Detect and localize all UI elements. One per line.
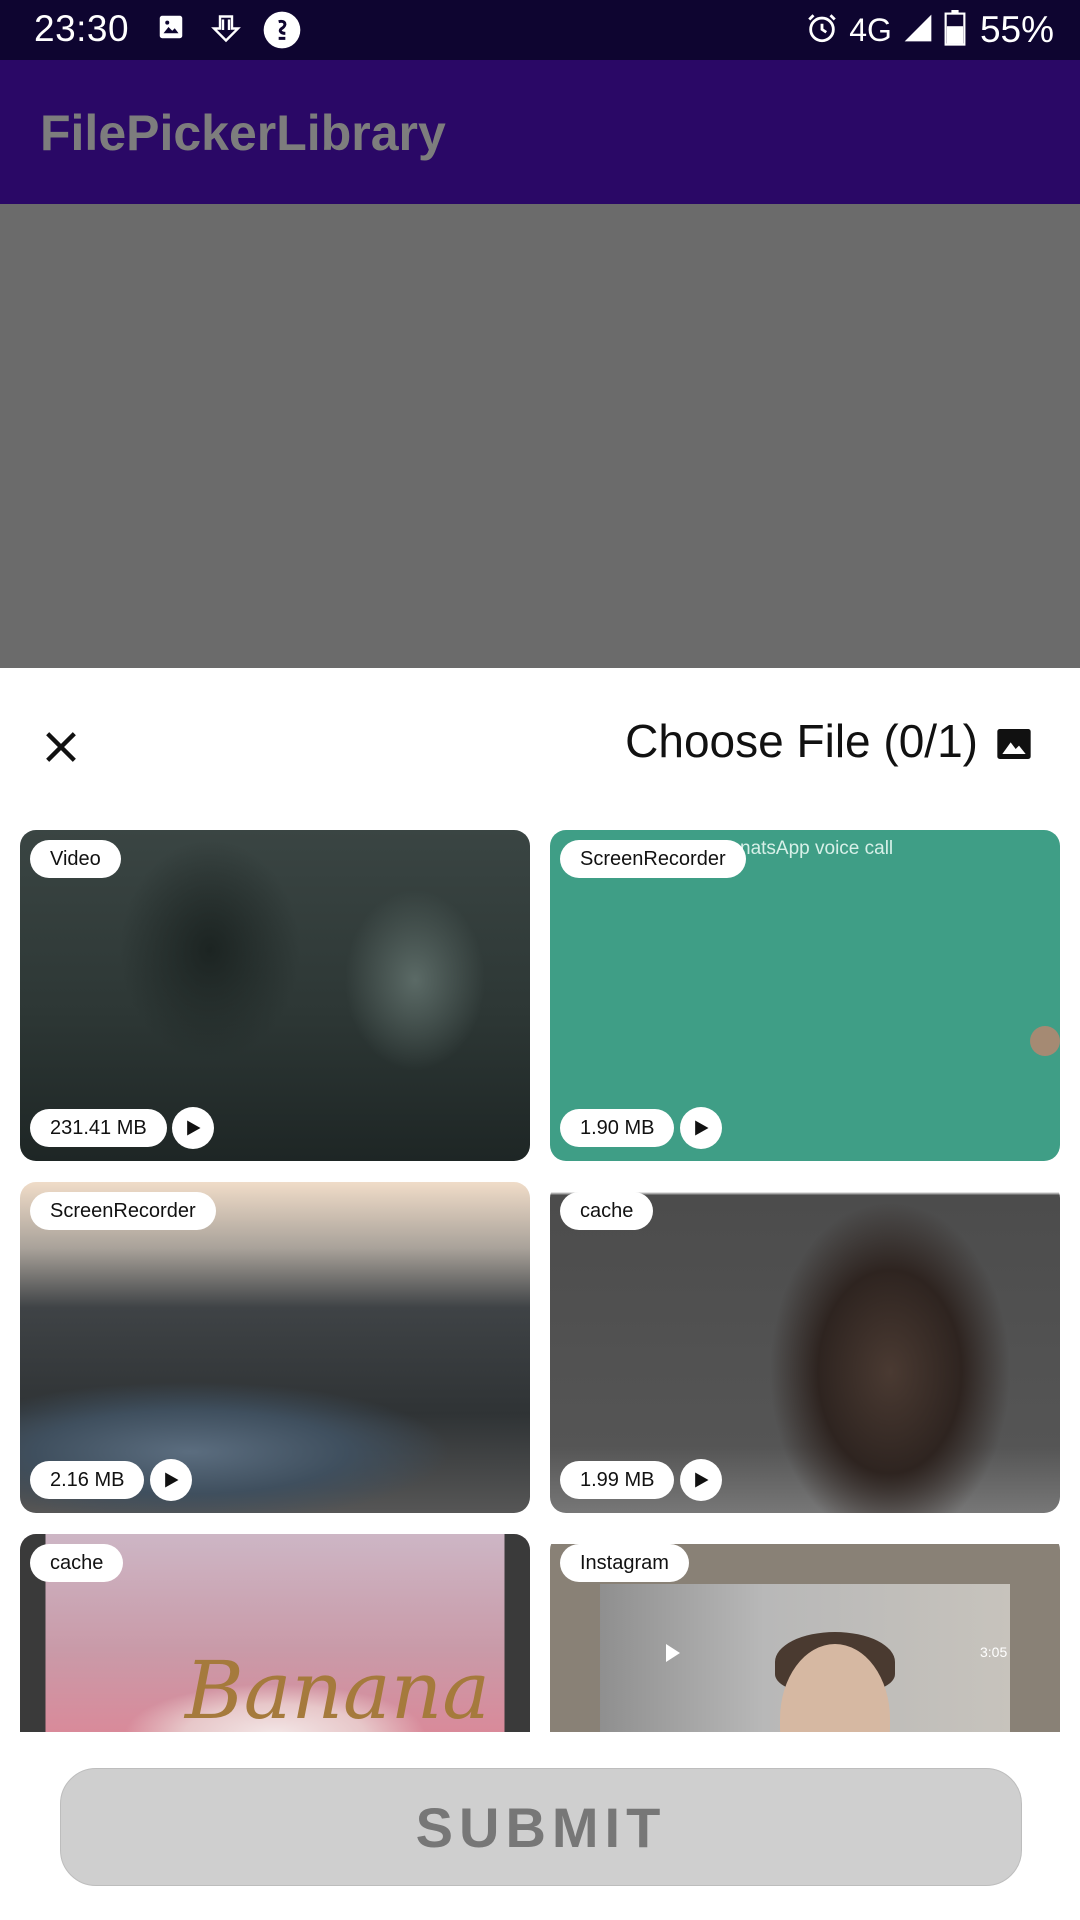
file-size: 2.16 MB — [30, 1461, 145, 1499]
close-button[interactable] — [36, 722, 86, 772]
thumbnail-play-icon — [666, 1644, 680, 1662]
folder-tag: ScreenRecorder — [560, 840, 746, 878]
battery-icon — [944, 9, 966, 51]
thumbnail-avatar — [1030, 1026, 1060, 1056]
status-bar: 23:30 4G 55% — [0, 0, 1080, 60]
play-icon — [187, 1120, 201, 1136]
alarm-icon — [805, 11, 839, 50]
app-icon — [262, 10, 302, 55]
sheet-header: Choose File (0/1) — [0, 668, 1080, 808]
play-icon — [165, 1472, 179, 1488]
file-tile[interactable]: 3:05 Instagram — [550, 1534, 1060, 1732]
file-tile[interactable]: cache 1.99 MB — [550, 1182, 1060, 1513]
file-tile[interactable]: Video 231.41 MB — [20, 830, 530, 1161]
image-icon — [997, 729, 1031, 759]
status-time: 23:30 — [34, 8, 130, 49]
close-icon — [46, 732, 76, 762]
folder-tag: ScreenRecorder — [30, 1192, 216, 1230]
image-icon — [156, 12, 186, 47]
folder-tag: Instagram — [560, 1544, 689, 1582]
file-tile[interactable]: ScreenRecorder 2.16 MB — [20, 1182, 530, 1513]
play-button[interactable] — [172, 1107, 214, 1149]
play-button[interactable] — [680, 1107, 722, 1149]
file-size: 1.99 MB — [560, 1461, 675, 1499]
file-size: 231.41 MB — [30, 1109, 167, 1147]
play-button[interactable] — [680, 1459, 722, 1501]
file-tile[interactable]: Banana cache — [20, 1534, 530, 1732]
battery-percent: 55% — [979, 9, 1054, 50]
play-icon — [695, 1120, 709, 1136]
thumbnail-text: Banana — [185, 1644, 490, 1732]
play-button[interactable] — [150, 1459, 192, 1501]
app-bar: FilePickerLibrary — [0, 60, 1080, 204]
network-type: 4G — [849, 11, 892, 48]
submit-button[interactable]: SUBMIT — [60, 1768, 1022, 1886]
thumbnail-duration: 3:05 — [980, 1644, 1008, 1660]
folder-tag: cache — [30, 1544, 124, 1582]
download-icon — [208, 12, 244, 53]
thumbnail-frame: 3:05 — [600, 1584, 1010, 1732]
folder-tag: cache — [560, 1192, 654, 1230]
image-toggle-button[interactable] — [988, 718, 1040, 770]
status-right: 4G 55% — [805, 6, 1054, 54]
file-grid[interactable]: Video 231.41 MB natsApp voice call Scree… — [20, 830, 1060, 1732]
file-tile[interactable]: natsApp voice call ScreenRecorder 1.90 M… — [550, 830, 1060, 1161]
scrim[interactable] — [0, 204, 1080, 668]
thumbnail-text: natsApp voice call — [740, 838, 894, 859]
folder-tag: Video — [30, 840, 121, 878]
play-icon — [695, 1472, 709, 1488]
signal-icon — [902, 12, 934, 49]
file-size: 1.90 MB — [560, 1109, 675, 1147]
sheet-title: Choose File (0/1) — [625, 715, 978, 767]
app-title: FilePickerLibrary — [40, 105, 446, 161]
file-picker-sheet: Choose File (0/1) Video 231.41 MB natsAp… — [0, 668, 1080, 1920]
